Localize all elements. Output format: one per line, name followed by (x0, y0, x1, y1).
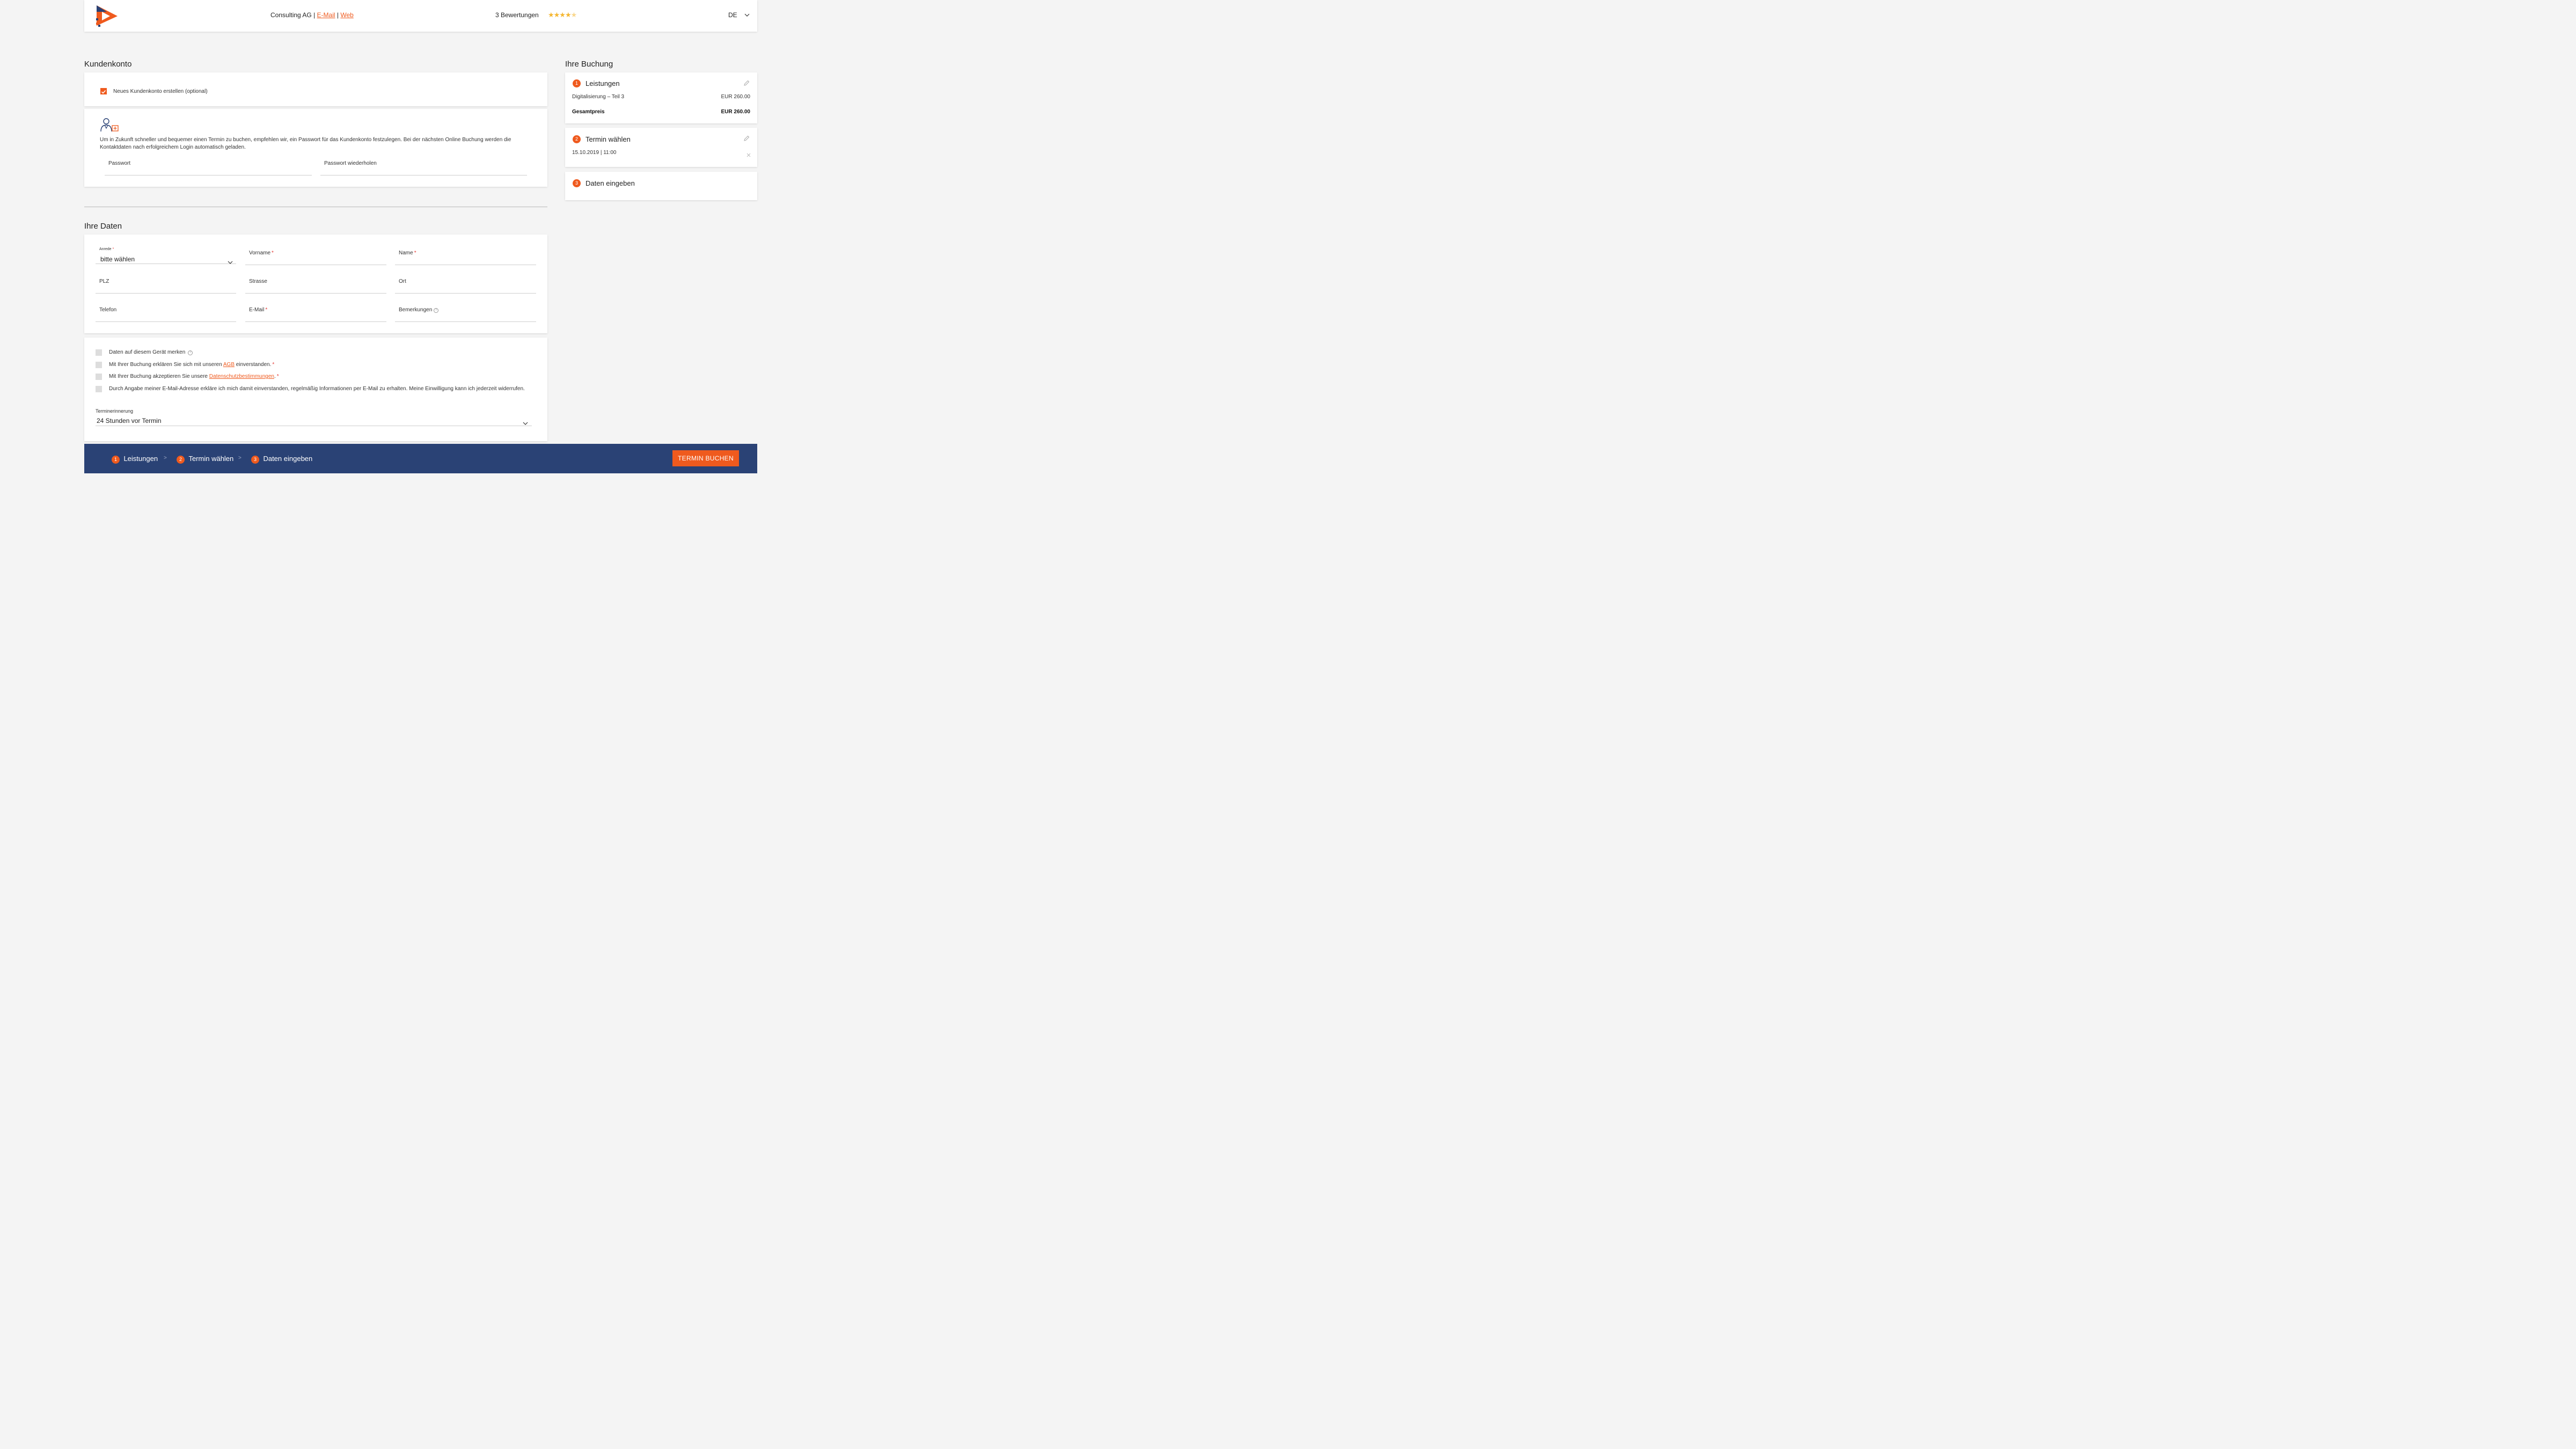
phone-label: Telefon (99, 307, 117, 313)
language-value: DE (728, 11, 737, 19)
step-separator: > (164, 455, 167, 461)
agb-consent-label: Mit Ihrer Buchung erklären Sie sich mit … (109, 362, 275, 368)
password-repeat-field[interactable]: Passwort wiederholen (320, 156, 527, 175)
phone-field[interactable]: Telefon (96, 302, 236, 322)
footer-step-label: Daten eingeben (263, 455, 313, 463)
company-info: Consulting AG | E-Mail | Web (270, 11, 354, 19)
zip-label: PLZ (99, 279, 109, 284)
language-selector[interactable]: DE (728, 11, 750, 19)
city-field[interactable]: Ort (395, 274, 536, 294)
step-number: 1 (573, 79, 581, 87)
chevron-down-icon (228, 258, 233, 267)
password-repeat-label: Passwort wiederholen (324, 160, 377, 166)
lastname-label: Name (399, 250, 413, 256)
footer-step-2[interactable]: 2 Termin wählen (177, 454, 233, 464)
close-icon[interactable] (747, 150, 751, 160)
footer-step-1[interactable]: 1 Leistungen (112, 454, 158, 464)
salutation-label: Anrede * (99, 247, 114, 251)
footer-step-3[interactable]: 3 Daten eingeben (251, 454, 312, 464)
account-info-text: Um in Zukunft schneller und bequemer ein… (100, 137, 511, 150)
city-label: Ort (399, 279, 406, 284)
step-title: Leistungen (586, 79, 620, 87)
data-title: Ihre Daten (84, 222, 122, 231)
company-name: Consulting AG (270, 11, 312, 19)
password-field[interactable]: Passwort (105, 156, 312, 175)
personal-data-card: Anrede * bitte wählen Vorname * Name * PLZ … (84, 235, 547, 333)
email-field[interactable]: E-Mail * (245, 302, 386, 322)
firstname-field[interactable]: Vorname * (245, 245, 386, 265)
password-label: Passwort (108, 160, 131, 166)
rating-stars[interactable]: ★★★★★ (548, 11, 577, 19)
create-account-label: Neues Kundenkonto erstellen (optional) (113, 89, 208, 94)
booking-step-date: 2 Termin wählen 15.10.2019 | 11:00 (565, 128, 757, 167)
half-star-icon: ★ (570, 11, 577, 19)
total-price: EUR 260.00 (721, 109, 750, 115)
book-appointment-button[interactable]: TERMIN BUCHEN (672, 450, 739, 466)
create-account-checkbox[interactable] (100, 88, 107, 94)
newsletter-checkbox[interactable] (96, 386, 102, 392)
service-price: EUR 260.00 (721, 94, 750, 100)
company-logo[interactable] (95, 4, 120, 28)
web-link[interactable]: Web (340, 11, 353, 19)
zip-field[interactable]: PLZ (96, 274, 236, 294)
privacy-consent-label: Mit Ihrer Buchung akzeptieren Sie unsere… (109, 374, 279, 379)
booking-step-data: 3 Daten eingeben (565, 172, 757, 200)
email-link[interactable]: E-Mail (317, 11, 335, 19)
agb-checkbox[interactable] (96, 362, 102, 368)
footer-step-label: Leistungen (123, 455, 158, 463)
step-number: 2 (573, 135, 581, 143)
step-separator: > (238, 455, 241, 461)
help-icon[interactable]: ? (188, 350, 193, 355)
firstname-label: Vorname (249, 250, 271, 256)
password-card: Um in Zukunft schneller und bequemer ein… (84, 109, 547, 187)
help-icon[interactable]: ? (434, 308, 439, 313)
remarks-field[interactable]: Bemerkungen ? (395, 302, 536, 322)
account-title: Kundenkonto (84, 60, 132, 69)
edit-pencil-icon[interactable] (743, 135, 750, 144)
star-icon: ★★★★ (548, 11, 572, 19)
privacy-link[interactable]: Datenschutzbestimmungen (209, 374, 274, 379)
chevron-down-icon (744, 11, 750, 19)
email-label: E-Mail (249, 307, 265, 313)
total-label: Gesamtpreis (572, 109, 605, 115)
reminder-label: Terminerinnerung (96, 408, 134, 414)
chevron-down-icon (523, 419, 528, 428)
booking-title: Ihre Buchung (565, 60, 613, 69)
remember-checkbox[interactable] (96, 349, 102, 356)
footer-progress-bar: 1 Leistungen > 2 Termin wählen > 3 Daten… (84, 444, 757, 473)
privacy-checkbox[interactable] (96, 374, 102, 380)
top-header: Consulting AG | E-Mail | Web 3 Bewertung… (84, 0, 757, 32)
salutation-select[interactable]: Anrede * bitte wählen (96, 245, 236, 264)
remember-label: Daten auf diesem Gerät merken (109, 349, 186, 355)
lastname-field[interactable]: Name * (395, 245, 536, 265)
reminder-select[interactable]: Terminerinnerung 24 Stunden vor Termin (96, 407, 532, 426)
salutation-value: bitte wählen (100, 255, 135, 263)
account-create-card: Neues Kundenkonto erstellen (optional) (84, 72, 547, 106)
step-number: 3 (573, 179, 581, 187)
consents-card: Daten auf diesem Gerät merken ? Mit Ihre… (84, 338, 547, 441)
ratings-count[interactable]: 3 Bewertungen (495, 11, 539, 19)
user-add-icon (100, 118, 119, 133)
step-title: Daten eingeben (586, 179, 635, 187)
service-item: Digitalisierung – Teil 3 (572, 94, 625, 100)
reminder-value: 24 Stunden vor Termin (97, 417, 162, 425)
agb-link[interactable]: AGB (223, 362, 235, 368)
step-title: Termin wählen (586, 135, 631, 143)
edit-pencil-icon[interactable] (743, 79, 750, 89)
remarks-label: Bemerkungen (399, 307, 433, 313)
booking-step-services: 1 Leistungen Digitalisierung – Teil 3 EU… (565, 72, 757, 123)
footer-step-label: Termin wählen (188, 455, 234, 463)
street-label: Strasse (249, 279, 267, 284)
appointment-datetime: 15.10.2019 | 11:00 (572, 150, 617, 156)
street-field[interactable]: Strasse (245, 274, 386, 294)
newsletter-label: Durch Angabe meiner E-Mail-Adresse erklä… (109, 386, 525, 392)
